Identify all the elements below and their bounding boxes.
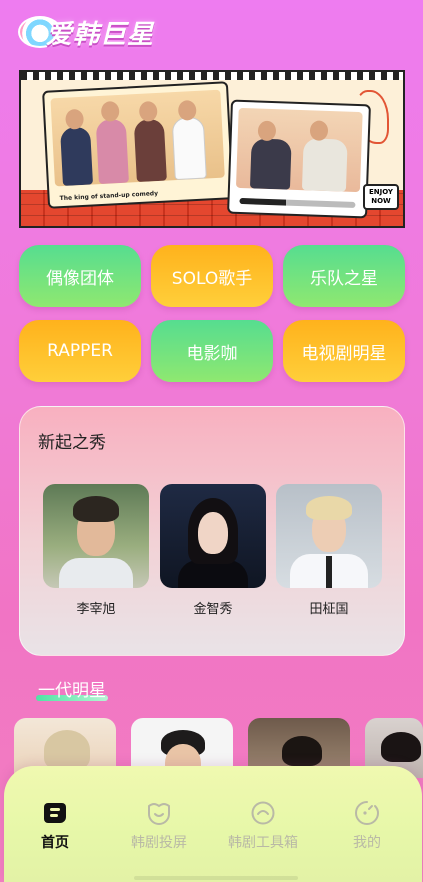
category-label: 偶像团体: [46, 268, 114, 289]
category-rapper-button[interactable]: RAPPER: [19, 320, 141, 382]
star-photo: [160, 484, 266, 588]
category-label: SOLO歌手: [171, 268, 253, 289]
star-photo: [276, 484, 382, 588]
nav-item-toolbox[interactable]: 韩剧工具箱: [218, 800, 308, 852]
star-card[interactable]: 田柾国: [276, 484, 382, 617]
star-name: 金智秀: [193, 602, 233, 617]
category-idol-group-button[interactable]: 偶像团体: [19, 245, 141, 307]
banner-checker-border: [21, 72, 403, 80]
category-tv-drama-star-button[interactable]: 电视剧明星: [283, 320, 405, 382]
first-gen-stars-title: 一代明星: [36, 676, 108, 701]
banner-photo-card-group: The king of stand-up comedy: [42, 81, 234, 209]
rising-stars-title-text: 新起之秀: [38, 433, 106, 453]
category-label: 乐队之星: [310, 268, 378, 289]
rising-stars-title: 新起之秀: [36, 428, 108, 453]
bottom-navigation: 首页 韩剧投屏 韩剧工具箱 我的: [4, 766, 422, 882]
app-header: 爱韩巨星: [18, 10, 154, 54]
category-label: 电视剧明星: [301, 343, 387, 364]
star-card[interactable]: 金智秀: [160, 484, 266, 617]
nav-item-cast[interactable]: 韩剧投屏: [114, 800, 204, 852]
cast-icon: [146, 800, 172, 826]
nav-item-home[interactable]: 首页: [10, 800, 100, 852]
category-label: 电影咖: [186, 343, 238, 364]
nav-label: 韩剧投屏: [131, 835, 187, 851]
enjoy-now-badge: ENJOY NOW: [362, 184, 399, 210]
app-logo-text: 爱韩巨星: [46, 19, 155, 50]
nav-label: 我的: [353, 835, 381, 851]
banner-photo-card-duo: [227, 99, 371, 219]
star-name: 田柾国: [309, 602, 349, 617]
home-icon: [42, 800, 68, 826]
badge-line-2: NOW: [371, 197, 391, 205]
category-label: RAPPER: [47, 341, 113, 361]
nav-label: 首页: [41, 835, 69, 851]
toolbox-icon: [250, 800, 276, 826]
star-name: 李宰旭: [76, 602, 116, 617]
star-card[interactable]: 李宰旭: [43, 484, 149, 617]
tie: [326, 556, 332, 588]
badge-line-1: ENJOY: [368, 188, 393, 196]
banner-video-progress: [239, 197, 356, 208]
profile-icon: [354, 800, 380, 826]
nav-label: 韩剧工具箱: [228, 835, 298, 851]
nav-item-profile[interactable]: 我的: [322, 800, 412, 852]
banner-caption: The king of stand-up comedy: [59, 190, 159, 203]
home-indicator: [134, 876, 298, 880]
category-band-star-button[interactable]: 乐队之星: [283, 245, 405, 307]
category-solo-singer-button[interactable]: SOLO歌手: [151, 245, 273, 307]
star-photo: [43, 484, 149, 588]
category-movie-star-button[interactable]: 电影咖: [151, 320, 273, 382]
promo-banner[interactable]: The king of stand-up comedy ENJOY NOW: [19, 70, 405, 228]
first-gen-stars-title-text: 一代明星: [38, 681, 106, 701]
